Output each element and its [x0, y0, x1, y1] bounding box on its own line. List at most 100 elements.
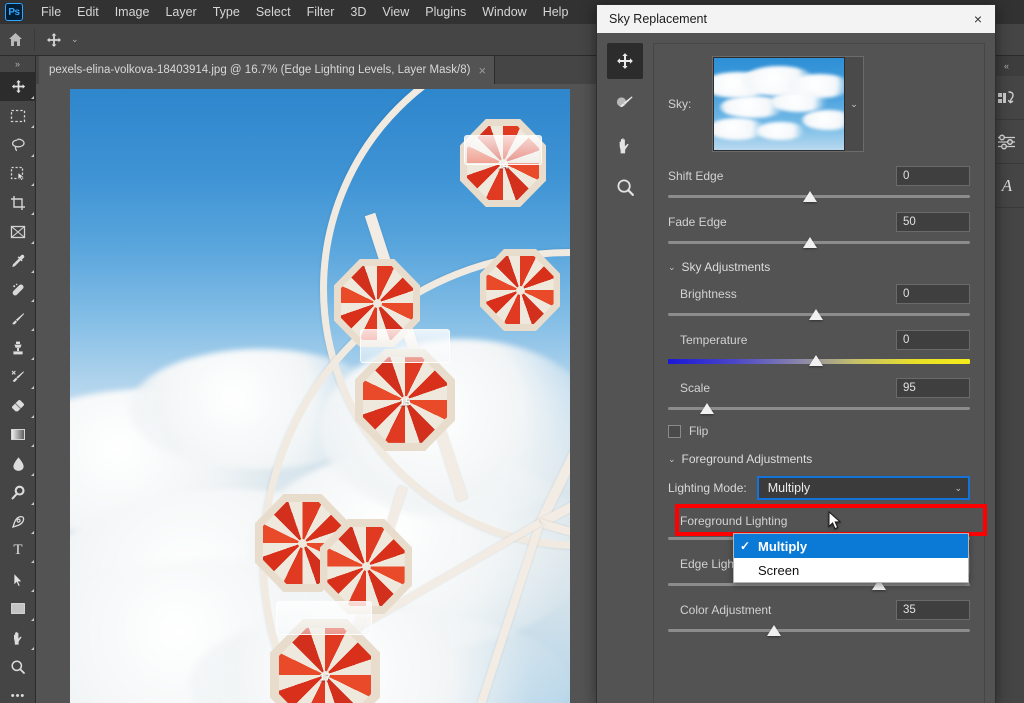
lighting-mode-value: Multiply: [767, 481, 811, 495]
scale-value[interactable]: 95: [896, 378, 970, 398]
brightness-slider[interactable]: [654, 309, 984, 320]
path-selection-tool[interactable]: [0, 565, 36, 594]
chevron-down-icon[interactable]: ⌄: [954, 483, 962, 494]
menu-layer[interactable]: Layer: [157, 2, 204, 22]
color-adjustment-slider[interactable]: [654, 625, 984, 636]
eraser-tool[interactable]: [0, 391, 36, 420]
sky-preset-preview[interactable]: ⌄: [712, 56, 864, 152]
chevron-down-icon[interactable]: ⌄: [845, 57, 863, 151]
sky-picker[interactable]: Sky: ⌄: [654, 56, 984, 152]
slider-track[interactable]: [668, 579, 970, 590]
lighting-mode-dropdown[interactable]: ✓ Multiply Screen: [733, 533, 969, 583]
slider-thumb[interactable]: [808, 355, 823, 366]
temperature-value[interactable]: 0: [896, 330, 970, 350]
menu-type[interactable]: Type: [205, 2, 248, 22]
menu-window[interactable]: Window: [474, 2, 534, 22]
menu-view[interactable]: View: [374, 2, 417, 22]
slider-thumb[interactable]: [802, 191, 817, 202]
tool-group-corner: [31, 96, 34, 99]
menu-image[interactable]: Image: [107, 2, 158, 22]
zoom-tool[interactable]: [607, 169, 643, 205]
hand-tool[interactable]: [607, 127, 643, 163]
tool-preset-chevron-down-icon[interactable]: ⌄: [71, 34, 79, 45]
color-adjustment-value[interactable]: 35: [896, 600, 970, 620]
sky-thumbnail[interactable]: [713, 57, 845, 151]
lighting-mode-select[interactable]: Multiply ⌄: [756, 476, 970, 500]
slider-track[interactable]: [668, 625, 970, 636]
menu-3d[interactable]: 3D: [342, 2, 374, 22]
tool-group-corner: [31, 154, 34, 157]
sky-adjustments-section-header[interactable]: ⌄ Sky Adjustments: [654, 260, 984, 274]
rectangle-tool[interactable]: [0, 594, 36, 623]
toolbar-collapse-icon[interactable]: »: [0, 56, 35, 72]
document-tab[interactable]: pexels-elina-volkova-18403914.jpg @ 16.7…: [39, 56, 496, 84]
gondola-hub: [361, 562, 371, 571]
sky-brush-tool[interactable]: [607, 85, 643, 121]
type-tool[interactable]: T: [0, 536, 36, 565]
options-separator: [34, 28, 35, 51]
home-icon[interactable]: [0, 25, 30, 55]
slider-thumb[interactable]: [808, 309, 823, 320]
zoom-tool[interactable]: [0, 652, 36, 681]
slider-thumb[interactable]: [700, 403, 715, 414]
scale-slider[interactable]: [654, 403, 984, 414]
close-icon[interactable]: ×: [970, 10, 986, 28]
gradient-tool[interactable]: [0, 420, 36, 449]
clone-stamp-tool[interactable]: [0, 333, 36, 362]
active-tool-icon[interactable]: [39, 25, 69, 55]
chevron-down-icon[interactable]: ⌄: [668, 454, 676, 465]
shift-edge-slider[interactable]: [654, 191, 984, 202]
brush-tool[interactable]: [0, 304, 36, 333]
slider-thumb[interactable]: [766, 625, 781, 636]
chevron-down-icon[interactable]: ⌄: [668, 262, 676, 273]
tool-group-corner: [31, 299, 34, 302]
slider-track[interactable]: [668, 237, 970, 248]
pen-tool[interactable]: [0, 507, 36, 536]
blur-tool[interactable]: [0, 449, 36, 478]
brightness-value[interactable]: 0: [896, 284, 970, 304]
lasso-tool[interactable]: [0, 130, 36, 159]
tools-panel: » T •••: [0, 56, 36, 703]
frame-tool[interactable]: [0, 217, 36, 246]
slider-track[interactable]: [668, 403, 970, 414]
slider-thumb[interactable]: [802, 237, 817, 248]
tool-group-corner: [31, 531, 34, 534]
temperature-slider[interactable]: [654, 355, 984, 366]
move-tool[interactable]: [0, 72, 36, 101]
menu-help[interactable]: Help: [535, 2, 577, 22]
history-brush-tool[interactable]: [0, 362, 36, 391]
foreground-adjustments-section-header[interactable]: ⌄ Foreground Adjustments: [654, 452, 984, 466]
crop-tool[interactable]: [0, 188, 36, 217]
menu-select[interactable]: Select: [248, 2, 299, 22]
spot-healing-brush-tool[interactable]: [0, 275, 36, 304]
gondola-hub: [298, 538, 307, 548]
edit-toolbar-button[interactable]: •••: [0, 681, 36, 703]
shift-edge-value[interactable]: 0: [896, 166, 970, 186]
temperature-row: Temperature 0: [654, 330, 984, 350]
menu-file[interactable]: File: [33, 2, 69, 22]
hand-tool[interactable]: [0, 623, 36, 652]
dropdown-option-multiply[interactable]: ✓ Multiply: [734, 534, 968, 558]
slider-track[interactable]: [668, 191, 970, 202]
rectangular-marquee-tool[interactable]: [0, 101, 36, 130]
menu-edit[interactable]: Edit: [69, 2, 107, 22]
menu-plugins[interactable]: Plugins: [417, 2, 474, 22]
dodge-tool[interactable]: [0, 478, 36, 507]
slider-track[interactable]: [668, 355, 970, 366]
close-icon[interactable]: ×: [478, 63, 486, 78]
fade-edge-value[interactable]: 50: [896, 212, 970, 232]
object-selection-tool[interactable]: [0, 159, 36, 188]
check-icon: ✓: [740, 539, 751, 553]
move-sky-tool[interactable]: [607, 43, 643, 79]
flip-row[interactable]: Flip: [654, 424, 984, 438]
menu-filter[interactable]: Filter: [299, 2, 343, 22]
tool-group-corner: [31, 386, 34, 389]
edge-lighting-slider[interactable]: [654, 579, 984, 590]
dropdown-option-screen[interactable]: Screen: [734, 558, 968, 582]
dialog-title-bar[interactable]: Sky Replacement ×: [597, 5, 995, 33]
fade-edge-slider[interactable]: [654, 237, 984, 248]
slider-track[interactable]: [668, 309, 970, 320]
gondola-cabin: [360, 329, 450, 363]
eyedropper-tool[interactable]: [0, 246, 36, 275]
flip-checkbox[interactable]: [668, 424, 681, 438]
